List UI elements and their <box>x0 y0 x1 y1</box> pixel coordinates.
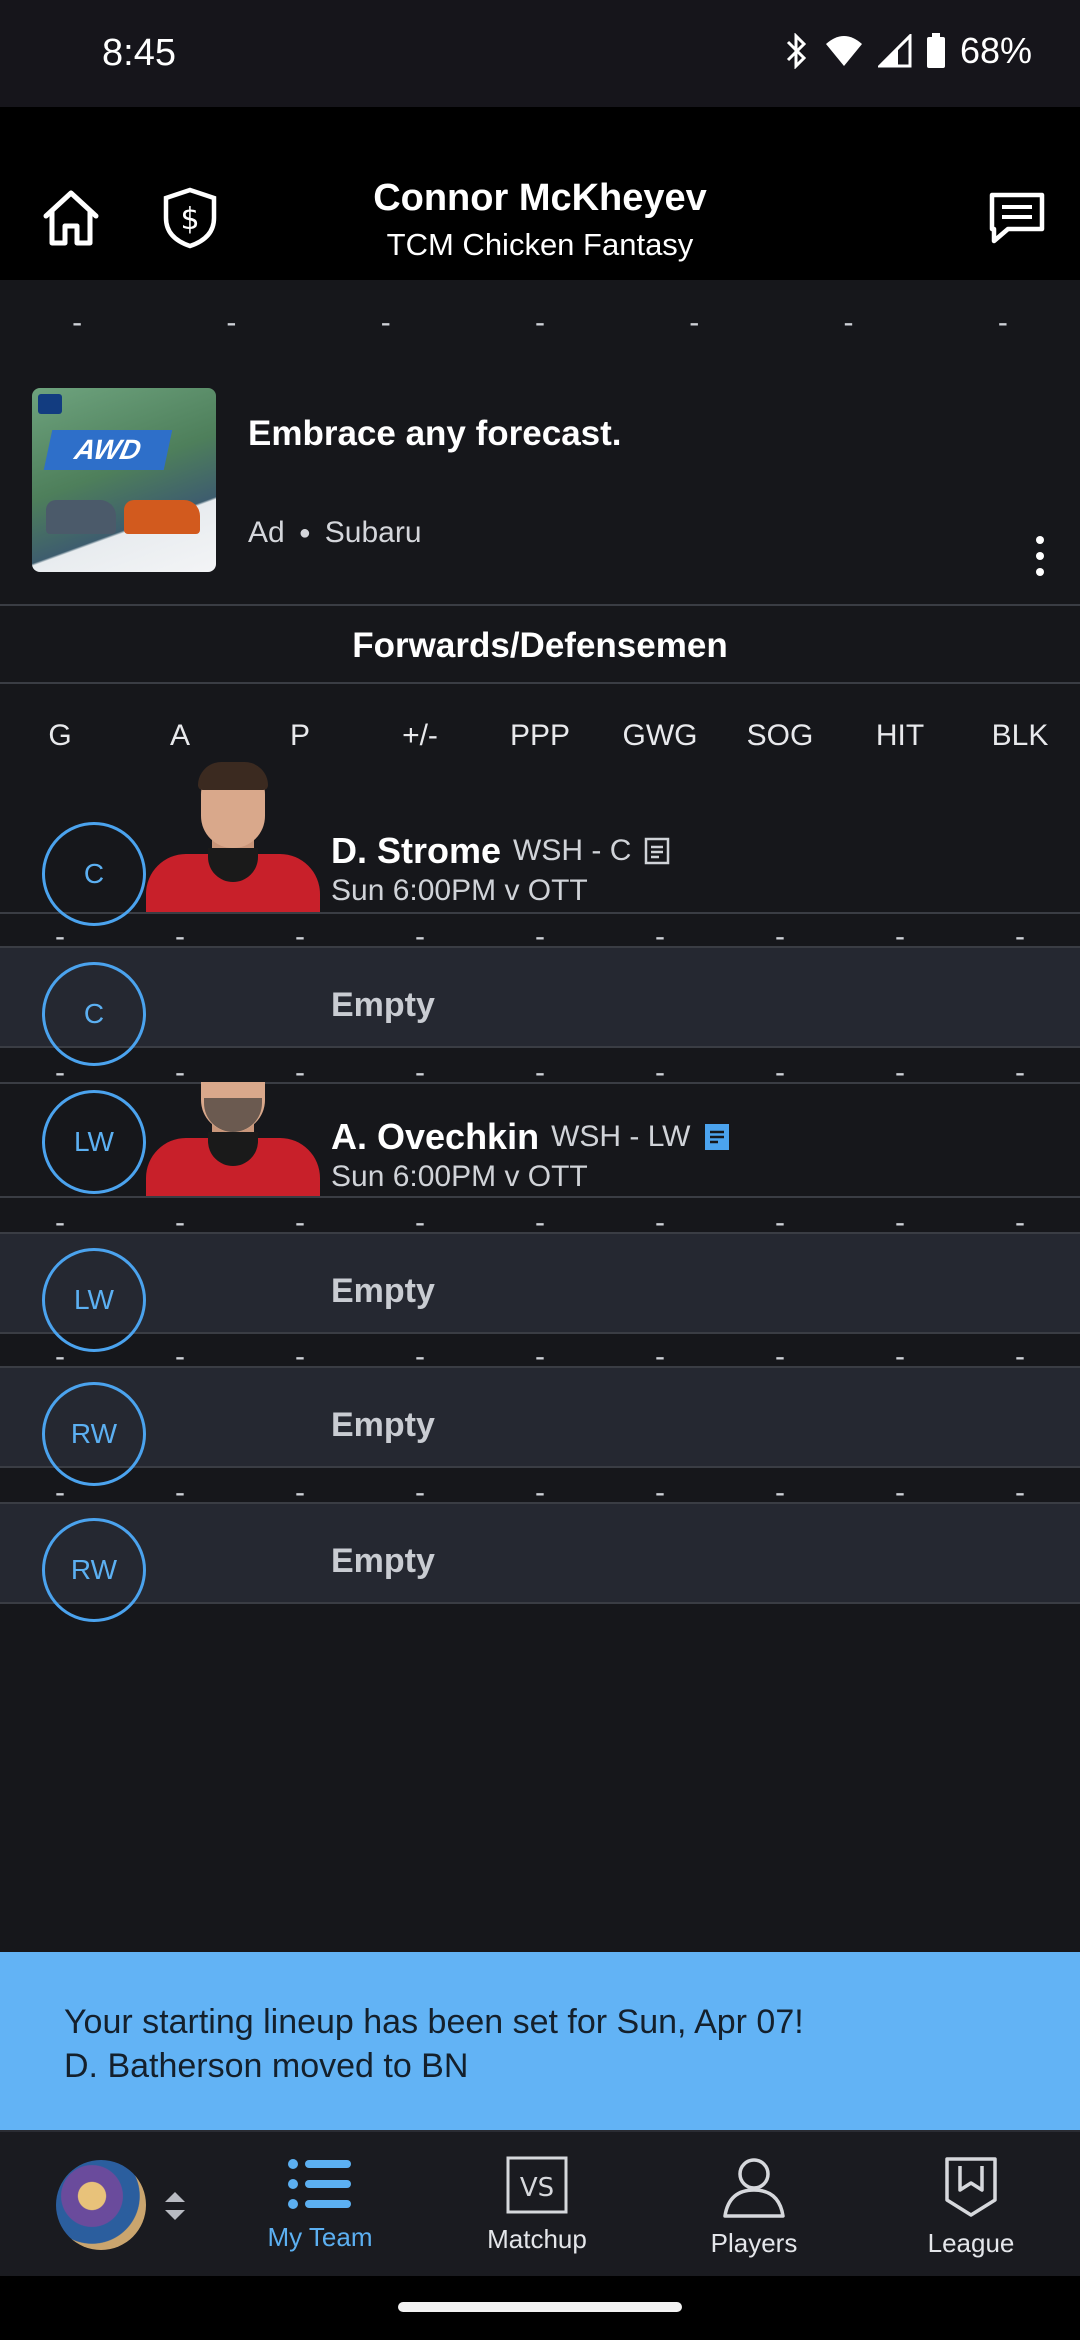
team-avatar[interactable] <box>56 2160 146 2250</box>
status-bar: 8:45 68% <box>0 0 1080 107</box>
car-graphic <box>46 500 116 534</box>
empty-slot-label[interactable]: Empty <box>331 986 435 1025</box>
player-team-position: WSH - LW <box>551 1120 691 1153</box>
stat-value: - <box>534 306 545 339</box>
tab-my-team[interactable]: My Team <box>240 2132 400 2278</box>
team-switcher-icon[interactable] <box>160 2184 190 2228</box>
roster-row[interactable]: C D. Strome WSH - C Sun 6:00PM v OTT <box>0 762 1080 926</box>
roster-row[interactable]: LW A. Ovechkin WSH - LW Sun 6:00PM v OTT <box>0 1082 1080 1198</box>
player-name[interactable]: A. Ovechkin <box>331 1116 539 1158</box>
ad-label: Ad <box>248 516 285 549</box>
toast-line-1: Your starting lineup has been set for Su… <box>64 2003 804 2041</box>
col-header-p[interactable]: P <box>240 719 360 753</box>
ad-headline[interactable]: Embrace any forecast. <box>248 414 622 454</box>
ad-banner[interactable]: AWD Embrace any forecast. Ad ● Subaru <box>0 366 1080 606</box>
separator-dot: ● <box>298 521 311 544</box>
roster-row-empty[interactable]: RW Empty <box>0 1502 1080 1622</box>
more-options-icon[interactable] <box>1034 536 1046 576</box>
position-slot-button[interactable]: LW <box>42 1090 146 1194</box>
empty-slot-label[interactable]: Empty <box>331 1272 435 1311</box>
stat-value: - <box>226 306 237 339</box>
battery-percent: 68% <box>959 30 1032 71</box>
signal-icon <box>877 34 912 68</box>
roster-scroll-area[interactable]: - - - - - - - AWD Embrace any forecast. … <box>0 280 1080 1952</box>
tab-league[interactable]: League <box>891 2132 1051 2278</box>
tab-players[interactable]: Players <box>674 2132 834 2278</box>
col-header-blk[interactable]: BLK <box>960 719 1080 753</box>
tab-label: My Team <box>267 2222 373 2252</box>
empty-slot-label[interactable]: Empty <box>331 1406 435 1445</box>
position-slot-button[interactable]: RW <box>42 1518 146 1622</box>
position-slot-button[interactable]: C <box>42 822 146 926</box>
section-title: Forwards/Defensemen <box>0 608 1080 684</box>
empty-slot-label[interactable]: Empty <box>331 1542 435 1581</box>
battery-icon <box>926 33 945 68</box>
team-owner-name: Connor McKheyev <box>373 177 707 219</box>
bottom-tab-bar: My Team VS Matchup Players League <box>0 2130 1080 2276</box>
league-name: TCM Chicken Fantasy <box>386 227 694 262</box>
ad-meta: Ad ● Subaru <box>248 516 422 550</box>
col-header-plus-minus[interactable]: +/- <box>360 719 480 753</box>
lineup-toast[interactable]: Your starting lineup has been set for Su… <box>0 1952 1080 2130</box>
position-slot-button[interactable]: C <box>42 962 146 1066</box>
vs-icon: VS <box>506 2156 568 2214</box>
col-header-a[interactable]: A <box>120 719 240 753</box>
status-icons: 68% <box>784 30 1032 72</box>
tab-label: League <box>927 2228 1015 2258</box>
status-time: 8:45 <box>102 32 176 74</box>
roster-row-empty[interactable]: C Empty <box>0 946 1080 1066</box>
ad-image-text: AWD <box>43 430 173 470</box>
note-icon[interactable] <box>703 1122 731 1152</box>
car-graphic <box>124 500 200 534</box>
roster-row-empty[interactable]: RW Empty <box>0 1366 1080 1486</box>
gesture-nav-area <box>0 2276 1080 2340</box>
tab-matchup[interactable]: VS Matchup <box>457 2132 617 2278</box>
player-name-line[interactable]: A. Ovechkin WSH - LW <box>331 1116 731 1158</box>
stat-value: - <box>72 306 83 339</box>
col-header-hit[interactable]: HIT <box>840 719 960 753</box>
svg-text:VS: VS <box>520 2173 554 2203</box>
tab-label: Players <box>710 2228 798 2258</box>
roster-row-empty[interactable]: LW Empty <box>0 1232 1080 1352</box>
note-icon[interactable] <box>643 836 671 866</box>
stat-value: - <box>689 306 700 339</box>
ad-image[interactable]: AWD <box>32 388 216 572</box>
position-slot-button[interactable]: LW <box>42 1248 146 1352</box>
shield-bookmark-icon <box>945 2157 997 2217</box>
tab-label: Matchup <box>487 2224 587 2254</box>
toast-line-2: D. Batherson moved to BN <box>64 2047 469 2085</box>
player-headshot[interactable] <box>146 1082 320 1196</box>
subaru-logo <box>38 394 62 414</box>
col-header-ppp[interactable]: PPP <box>480 719 600 753</box>
stat-value: - <box>380 306 391 339</box>
col-header-g[interactable]: G <box>0 719 120 753</box>
player-team-position: WSH - C <box>513 834 632 867</box>
game-info: Sun 6:00PM v OTT <box>331 1160 588 1193</box>
player-name-line[interactable]: D. Strome WSH - C <box>331 830 671 872</box>
wifi-icon <box>825 36 862 66</box>
home-gesture-bar[interactable] <box>398 2302 682 2312</box>
position-slot-button[interactable]: RW <box>42 1382 146 1486</box>
top-stat-row: - - - - - - - <box>0 306 1080 340</box>
col-header-gwg[interactable]: GWG <box>600 719 720 753</box>
col-header-sog[interactable]: SOG <box>720 719 840 753</box>
game-info: Sun 6:00PM v OTT <box>331 874 588 907</box>
list-icon <box>288 2159 351 2209</box>
chat-icon[interactable] <box>984 185 1050 251</box>
bluetooth-icon <box>786 33 807 69</box>
ad-advertiser: Subaru <box>324 516 422 549</box>
player-name[interactable]: D. Strome <box>331 830 501 872</box>
player-headshot[interactable] <box>146 762 320 912</box>
app-header: $ Connor McKheyev TCM Chicken Fantasy <box>0 107 1080 280</box>
stat-value: - <box>997 306 1008 339</box>
stat-value: - <box>843 306 854 339</box>
person-icon <box>723 2158 785 2218</box>
